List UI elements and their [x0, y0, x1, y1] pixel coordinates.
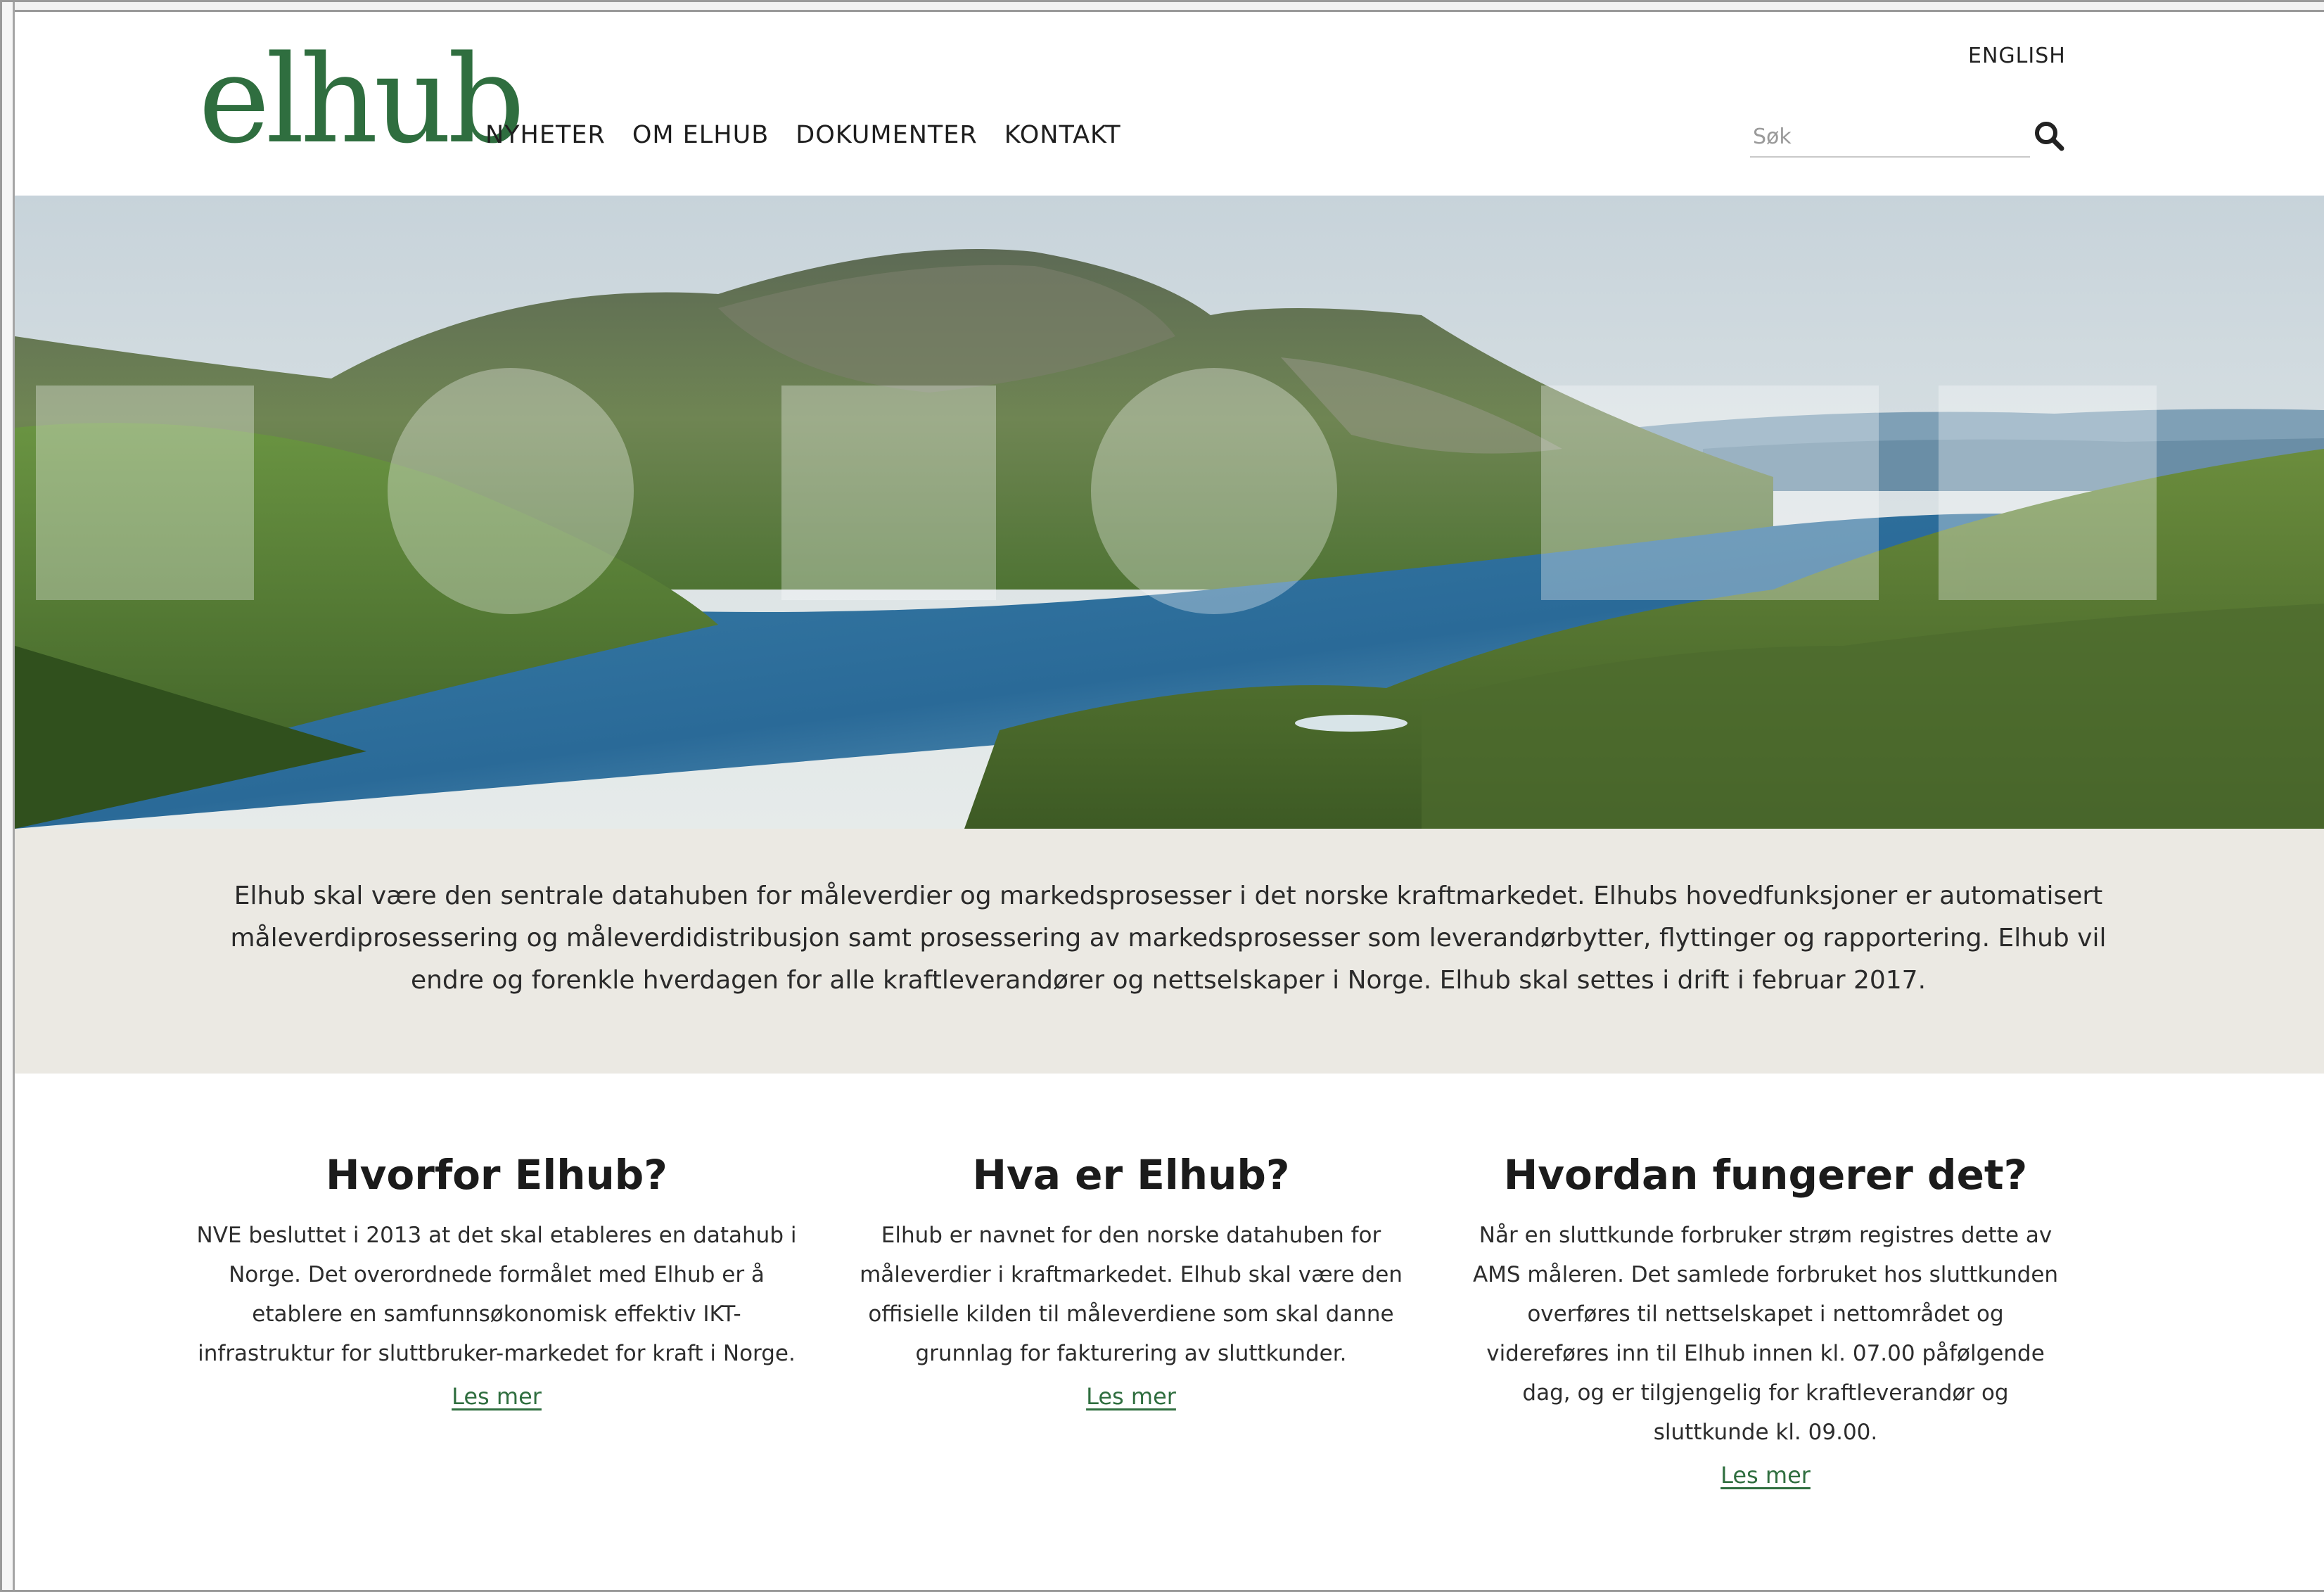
search-button[interactable]	[2033, 120, 2065, 152]
nav-item-dokumenter[interactable]: DOKUMENTER	[796, 121, 977, 149]
hero-landscape-image	[15, 196, 2324, 829]
hero-banner	[15, 196, 2324, 829]
nav-item-nyheter[interactable]: NYHETER	[485, 121, 606, 149]
elhub-logo[interactable]: elhub	[198, 39, 525, 160]
column-hva-er-elhub: Hva er Elhub? Elhub er navnet for den no…	[829, 1147, 1434, 1410]
search-icon	[2035, 122, 2064, 151]
column-title: Hvordan fungerer det?	[1503, 1151, 2028, 1199]
column-body: Elhub er navnet for den norske datahuben…	[860, 1223, 1403, 1366]
nav-item-kontakt[interactable]: KONTAKT	[1004, 121, 1121, 149]
language-switch-english[interactable]: ENGLISH	[1968, 44, 2066, 68]
column-body: Når en sluttkunde forbruker strøm regist…	[1472, 1223, 2059, 1445]
nav-item-om-elhub[interactable]: OM ELHUB	[632, 121, 769, 149]
search-box	[1750, 117, 2064, 159]
site-header: elhub NYHETER OM ELHUB DOKUMENTER KONTAK…	[0, 0, 2324, 196]
intro-section: Elhub skal være den sentrale datahuben f…	[15, 829, 2324, 1074]
read-more-link[interactable]: Les mer	[452, 1383, 542, 1410]
read-more-link[interactable]: Les mer	[1720, 1462, 1811, 1489]
main-nav: NYHETER OM ELHUB DOKUMENTER KONTAKT	[485, 121, 1121, 149]
read-more-link[interactable]: Les mer	[1086, 1383, 1176, 1410]
column-title: Hva er Elhub?	[972, 1151, 1290, 1199]
intro-text: Elhub skal være den sentrale datahuben f…	[230, 881, 2107, 995]
column-hvordan-fungerer-det: Hvordan fungerer det? Når en sluttkunde …	[1463, 1147, 2068, 1489]
browser-left-edge	[0, 0, 15, 1592]
column-body: NVE besluttet i 2013 at det skal etabler…	[196, 1223, 797, 1366]
column-title: Hvorfor Elhub?	[326, 1151, 668, 1199]
column-hvorfor-elhub: Hvorfor Elhub? NVE besluttet i 2013 at d…	[194, 1147, 799, 1410]
search-input[interactable]	[1750, 117, 2030, 158]
